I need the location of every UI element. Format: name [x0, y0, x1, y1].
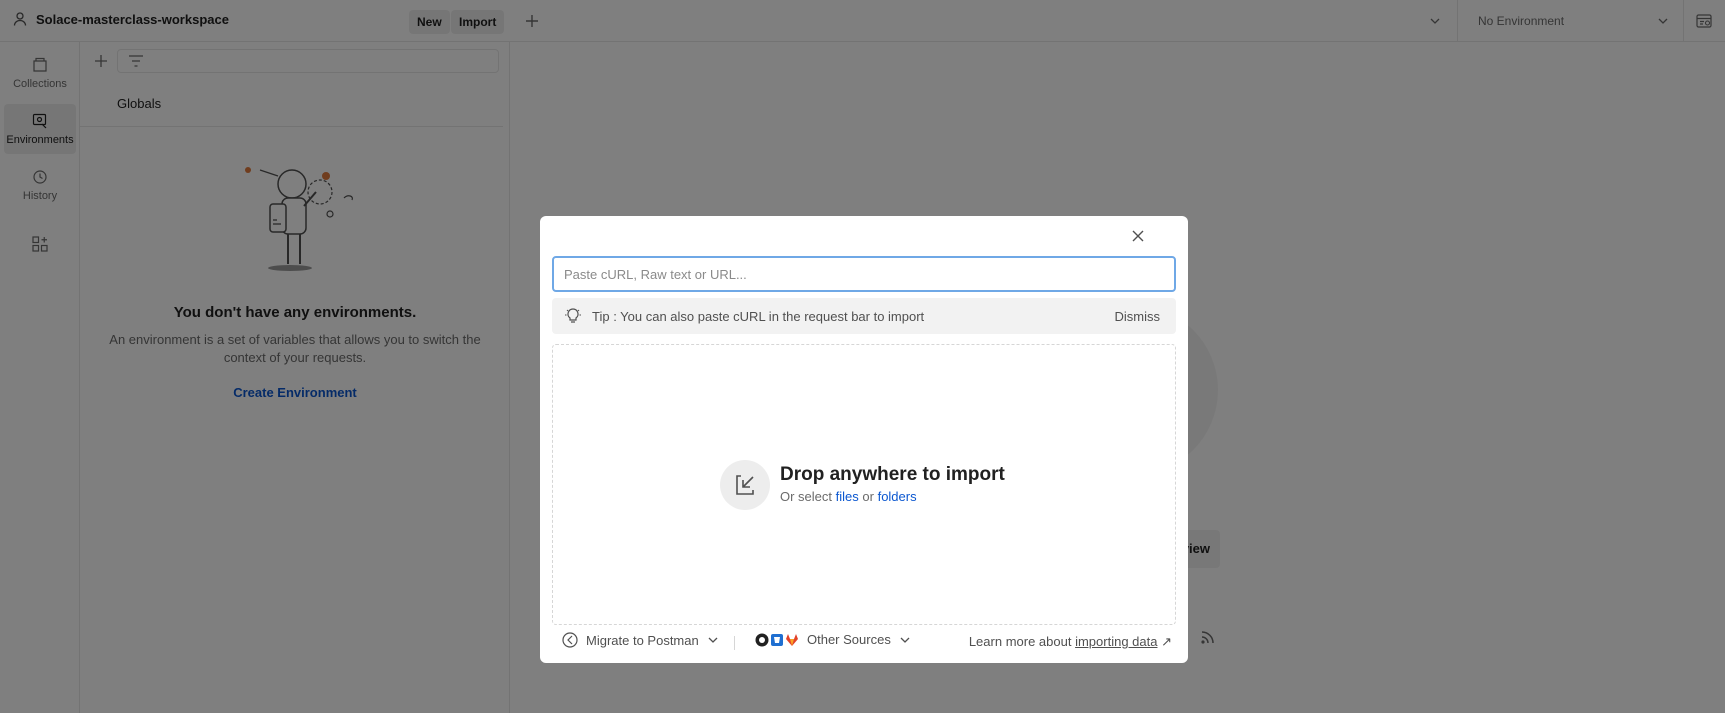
chevron-down-icon — [708, 637, 718, 643]
drop-sub-or: or — [862, 489, 874, 504]
other-sources-label: Other Sources — [807, 632, 891, 647]
migrate-icon — [562, 632, 578, 648]
chevron-down-icon — [900, 637, 910, 643]
migrate-to-postman-dropdown[interactable]: Migrate to Postman — [562, 632, 719, 648]
drop-subtitle: Or select files or folders — [780, 489, 917, 504]
learn-more: Learn more about importing data ↗ — [969, 634, 1172, 650]
folders-link[interactable]: folders — [878, 489, 917, 504]
external-link-icon: ↗ — [1161, 634, 1172, 649]
files-link[interactable]: files — [836, 489, 859, 504]
importing-data-link[interactable]: importing data — [1075, 634, 1157, 649]
tip-banner: Tip : You can also paste cURL in the req… — [552, 298, 1176, 334]
tip-text: Tip : You can also paste cURL in the req… — [592, 309, 925, 324]
migrate-label: Migrate to Postman — [586, 632, 699, 648]
learn-prefix: Learn more about — [968, 634, 1072, 649]
import-input[interactable] — [552, 256, 1176, 292]
dismiss-button[interactable]: Dismiss — [1115, 309, 1161, 324]
drop-zone[interactable]: Drop anywhere to import Or select files … — [552, 344, 1176, 625]
other-sources-dropdown[interactable]: Other Sources — [755, 632, 911, 647]
drop-title: Drop anywhere to import — [780, 464, 1005, 485]
lightbulb-icon — [565, 308, 581, 323]
divider — [734, 636, 735, 650]
source-logos — [755, 633, 799, 647]
gitlab-icon — [786, 633, 798, 646]
modal-footer: Migrate to Postman Other Sources Learn m… — [552, 632, 1176, 654]
bitbucket-icon — [771, 633, 783, 646]
close-icon[interactable] — [1130, 228, 1146, 244]
drop-sub-prefix: Or select — [780, 489, 833, 504]
import-modal: Tip : You can also paste cURL in the req… — [540, 216, 1188, 663]
github-icon — [755, 633, 769, 646]
import-icon — [720, 460, 770, 510]
